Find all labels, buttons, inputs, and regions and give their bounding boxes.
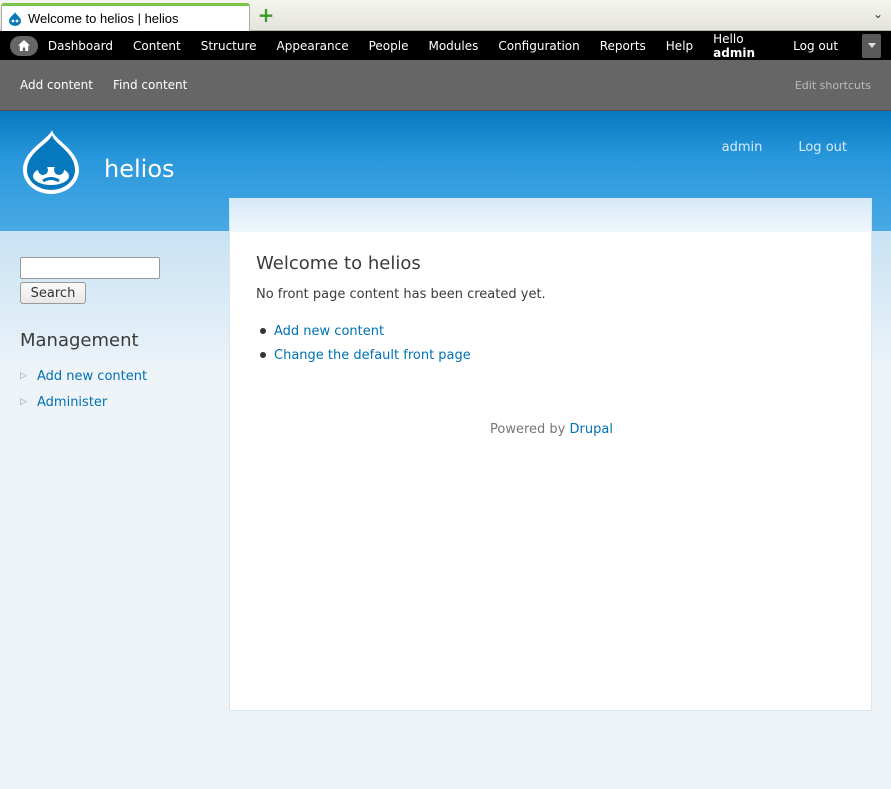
shortcut-add-content[interactable]: Add content (10, 78, 103, 92)
powered-by-text: Powered by (490, 422, 566, 437)
search-button[interactable]: Search (20, 282, 86, 304)
toolbar-modules[interactable]: Modules (418, 39, 488, 53)
toolbar-configuration[interactable]: Configuration (488, 39, 589, 53)
toolbar-content[interactable]: Content (123, 39, 191, 53)
help-links: Add new content Change the default front… (260, 319, 471, 367)
drupal-favicon-icon (9, 11, 21, 26)
home-button[interactable] (10, 35, 38, 56)
drupal-logo-icon[interactable] (21, 130, 81, 194)
main-top-gradient (230, 199, 871, 232)
bullet-icon (260, 352, 266, 358)
menu-link-administer[interactable]: Administer (37, 395, 107, 410)
secondary-menu: admin Log out (722, 140, 847, 155)
management-menu: ▷ Add new content ▷ Administer (20, 363, 210, 415)
list-item: Change the default front page (260, 343, 471, 367)
new-tab-icon[interactable]: + (257, 5, 275, 25)
link-change-front-page[interactable]: Change the default front page (274, 348, 471, 363)
page-title: Welcome to helios (256, 253, 421, 274)
powered-by-footer: Powered by Drupal (230, 422, 873, 437)
drupal-link[interactable]: Drupal (570, 422, 613, 437)
browser-tab[interactable]: Welcome to helios | helios (1, 3, 250, 31)
secondary-menu-logout[interactable]: Log out (798, 140, 847, 155)
list-item: Add new content (260, 319, 471, 343)
sidebar-first: Search Management ▷ Add new content ▷ Ad… (20, 257, 210, 415)
triangle-right-icon: ▷ (20, 371, 27, 381)
toolbar-logout[interactable]: Log out (783, 39, 848, 53)
admin-toolbar: Dashboard Content Structure Appearance P… (0, 31, 891, 60)
shortcuts-bar: Add content Find content Edit shortcuts (0, 60, 891, 111)
main-content: Welcome to helios No front page content … (229, 198, 872, 711)
toolbar-people[interactable]: People (359, 39, 419, 53)
link-add-new-content[interactable]: Add new content (274, 324, 384, 339)
management-block-title: Management (20, 330, 139, 351)
secondary-menu-account[interactable]: admin (722, 140, 763, 155)
edit-shortcuts-link[interactable]: Edit shortcuts (795, 79, 871, 92)
tab-list-chevron-icon[interactable]: ⌄ (873, 7, 883, 21)
browser-tab-title: Welcome to helios | helios (28, 11, 179, 26)
search-input[interactable] (20, 257, 160, 279)
bullet-icon (260, 328, 266, 334)
toolbar-structure[interactable]: Structure (191, 39, 267, 53)
home-icon (17, 40, 30, 51)
greeting-user[interactable]: admin (713, 46, 755, 60)
menu-link-add-new-content[interactable]: Add new content (37, 369, 147, 384)
toolbar-help[interactable]: Help (656, 39, 703, 53)
chevron-down-icon (867, 43, 876, 48)
no-content-message: No front page content has been created y… (256, 287, 546, 302)
toolbar-dashboard[interactable]: Dashboard (38, 39, 123, 53)
toolbar-greeting: Hello admin (703, 32, 783, 60)
toolbar-reports[interactable]: Reports (590, 39, 656, 53)
shortcut-find-content[interactable]: Find content (103, 78, 197, 92)
browser-tab-bar: Welcome to helios | helios + ⌄ (0, 0, 891, 31)
toolbar-appearance[interactable]: Appearance (267, 39, 359, 53)
toolbar-drawer-toggle[interactable] (862, 33, 881, 58)
site-name[interactable]: helios (104, 155, 175, 183)
triangle-right-icon: ▷ (20, 397, 27, 407)
menu-item: ▷ Administer (20, 389, 210, 415)
menu-item: ▷ Add new content (20, 363, 210, 389)
greeting-prefix: Hello (713, 31, 744, 46)
